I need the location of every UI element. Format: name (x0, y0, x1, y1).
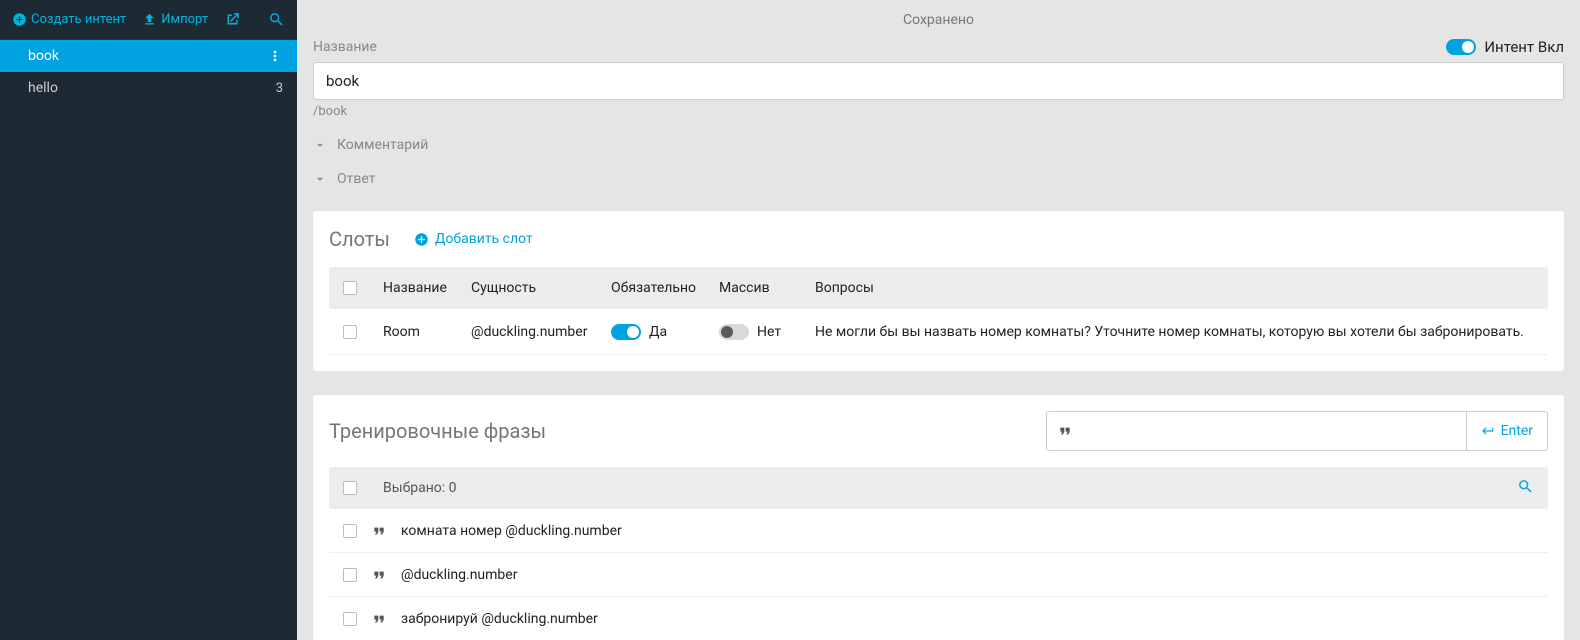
dots-vertical-icon (267, 48, 283, 64)
import-label: Импорт (161, 12, 208, 27)
phrase-input[interactable] (1046, 411, 1466, 451)
phrases-search-button[interactable] (1517, 478, 1534, 499)
slot-row-checkbox[interactable] (343, 325, 357, 339)
sidebar-item-book[interactable]: book (0, 40, 297, 72)
slot-questions: Не могли бы вы назвать номер комнаты? Ут… (815, 324, 1534, 340)
intent-item-label: hello (28, 80, 58, 96)
slot-array-toggle[interactable] (719, 324, 749, 340)
slot-entity: @duckling.number (471, 324, 611, 340)
export-icon (224, 11, 241, 28)
import-button[interactable]: Импорт (136, 7, 214, 32)
quote-icon (371, 567, 387, 583)
main: Сохранено Название Интент Вкл /book Комм… (297, 0, 1580, 640)
phrases-selection-bar: Выбрано: 0 (329, 467, 1548, 509)
phrase-row[interactable]: комната номер @duckling.number (329, 509, 1548, 553)
intent-list: book hello 3 (0, 40, 297, 104)
sidebar-search-button[interactable] (262, 6, 291, 33)
add-slot-label: Добавить слот (435, 231, 533, 247)
export-button[interactable] (218, 6, 247, 33)
slots-title: Слоты (329, 227, 390, 251)
saved-status: Сохранено (313, 0, 1564, 38)
phrase-row-checkbox[interactable] (343, 612, 357, 626)
slots-select-all-checkbox[interactable] (343, 281, 357, 295)
phrase-row[interactable]: @duckling.number (329, 553, 1548, 597)
intent-path: /book (313, 104, 1564, 119)
chevron-down-icon (313, 138, 327, 152)
intent-enabled-toggle[interactable] (1446, 39, 1476, 55)
phrase-text: забронируй @duckling.number (401, 611, 598, 627)
slot-name: Room (383, 324, 471, 340)
answer-label: Ответ (337, 171, 375, 187)
phrases-select-all-checkbox[interactable] (343, 481, 357, 495)
slots-head-questions: Вопросы (815, 280, 1534, 296)
answer-collapser[interactable]: Ответ (313, 171, 1564, 187)
upload-icon (142, 12, 157, 27)
chevron-down-icon (313, 172, 327, 186)
create-intent-button[interactable]: Создать интент (6, 7, 132, 32)
plus-circle-icon (414, 232, 429, 247)
phrase-row[interactable]: забронируй @duckling.number (329, 597, 1548, 640)
slots-head-required: Обязательно (611, 280, 719, 296)
intent-item-label: book (28, 48, 59, 64)
phrase-row-checkbox[interactable] (343, 524, 357, 538)
comment-label: Комментарий (337, 137, 428, 153)
phrases-title: Тренировочные фразы (329, 419, 546, 443)
slot-row[interactable]: Room @duckling.number Да Нет Не могли бы… (329, 309, 1548, 355)
search-icon (1517, 478, 1534, 495)
quote-icon (371, 523, 387, 539)
slots-table-head: Название Сущность Обязательно Массив Воп… (329, 267, 1548, 309)
sidebar-toolbar: Создать интент Импорт (0, 0, 297, 40)
comment-collapser[interactable]: Комментарий (313, 137, 1564, 153)
enter-icon (1481, 424, 1495, 438)
slots-head-name: Название (383, 280, 471, 296)
intent-item-menu[interactable] (267, 48, 283, 64)
plus-circle-icon (12, 12, 27, 27)
phrase-row-checkbox[interactable] (343, 568, 357, 582)
slots-head-entity: Сущность (471, 280, 611, 296)
sidebar: Создать интент Импорт book hello 3 (0, 0, 297, 640)
phrase-text: комната номер @duckling.number (401, 523, 622, 539)
phrase-enter-label: Enter (1501, 423, 1533, 439)
quote-icon (371, 611, 387, 627)
phrase-text: @duckling.number (401, 567, 517, 583)
slot-required-label: Да (649, 324, 667, 340)
name-label: Название (313, 39, 377, 55)
intent-name-input[interactable] (313, 62, 1564, 100)
phrase-enter-button[interactable]: Enter (1466, 411, 1548, 451)
intent-item-badge: 3 (276, 81, 283, 96)
slot-array-label: Нет (757, 324, 781, 340)
create-intent-label: Создать интент (31, 12, 126, 27)
intent-toggle-label: Интент Вкл (1484, 38, 1564, 56)
slots-head-array: Массив (719, 280, 815, 296)
search-icon (268, 11, 285, 28)
slot-required-toggle[interactable] (611, 324, 641, 340)
phrases-panel: Тренировочные фразы Enter Выбрано: 0 ком… (313, 395, 1564, 640)
sidebar-item-hello[interactable]: hello 3 (0, 72, 297, 104)
add-slot-button[interactable]: Добавить слот (414, 231, 533, 247)
intent-toggle-wrap: Интент Вкл (1446, 38, 1564, 56)
slots-panel: Слоты Добавить слот Название Сущность Об… (313, 211, 1564, 371)
phrases-selected-label: Выбрано: 0 (383, 480, 457, 496)
quote-icon (1057, 423, 1073, 439)
name-header-row: Название Интент Вкл (313, 38, 1564, 56)
